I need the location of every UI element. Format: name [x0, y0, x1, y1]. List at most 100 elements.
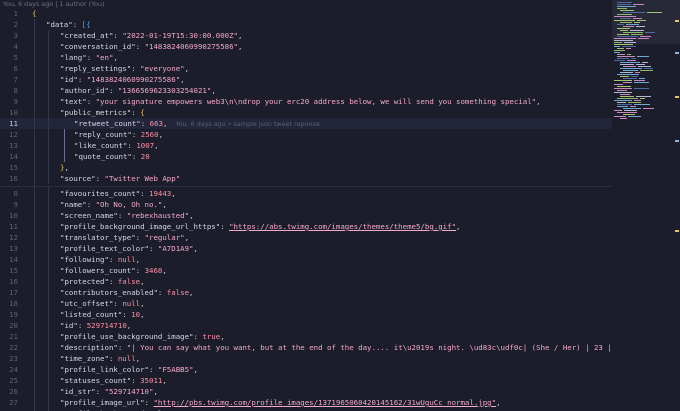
- code-line[interactable]: 19 "listed_count": 10,: [0, 309, 612, 320]
- minimap-line: [617, 58, 629, 59]
- code-token: "description": [60, 343, 118, 352]
- code-token: 20: [140, 152, 150, 161]
- code-text: "following": null,: [60, 254, 140, 265]
- code-token: :: [140, 119, 150, 128]
- code-line[interactable]: 15 "followers_count": 3468,: [0, 265, 612, 276]
- code-line[interactable]: 13 "profile_text_color": "A7D1A9",: [0, 243, 612, 254]
- code-line[interactable]: 3 "created_at": "2022-01-19T15:30:00.000Z…: [0, 30, 612, 41]
- code-token: "| You can say what you want, but at the…: [126, 343, 612, 352]
- minimap-line: [614, 80, 632, 81]
- code-line[interactable]: 14 "following": null,: [0, 254, 612, 265]
- code-line[interactable]: 21 "profile_use_background_image": true,: [0, 331, 612, 342]
- line-number: 25: [9, 376, 18, 385]
- minimap-line: [614, 88, 632, 89]
- code-token: "everyone": [140, 64, 185, 73]
- code-token: "id": [60, 321, 78, 330]
- code-token: :: [113, 299, 123, 308]
- code-line[interactable]: 24 "profile_link_color": "F5ABB5",: [0, 364, 612, 375]
- code-line[interactable]: 1{: [0, 8, 612, 19]
- line-number: 6: [13, 64, 18, 73]
- minimap-line: [617, 54, 625, 55]
- code-token: "en": [95, 53, 114, 62]
- minimap-line: [644, 32, 656, 33]
- line-number: 23: [9, 354, 18, 363]
- code-token: "Twitter Web App": [104, 174, 181, 183]
- minimap-line: [614, 40, 633, 41]
- code-token: :: [122, 310, 132, 319]
- code-line[interactable]: 11 "retweet_count": 663, You, 6 days ago …: [0, 118, 612, 129]
- code-line[interactable]: 22 "description": "| You can say what you…: [0, 342, 612, 353]
- code-token: ,: [220, 332, 225, 341]
- code-text: "profile_text_color": "A7D1A9",: [60, 243, 198, 254]
- code-text: },: [60, 162, 69, 173]
- code-text: "id_str": "529714710",: [60, 386, 158, 397]
- code-line[interactable]: 12 "reply_count": 2560,: [0, 129, 612, 140]
- indent-guide: [48, 30, 49, 184]
- code-line[interactable]: 6 "reply_settings": "everyone",: [0, 63, 612, 74]
- code-token: "regular": [144, 233, 185, 242]
- code-token: "author_id": [60, 86, 109, 95]
- line-number: 16: [9, 174, 18, 183]
- code-line[interactable]: 7 "id": "1483824060990275586",: [0, 74, 612, 85]
- code-line[interactable]: 4 "conversation_id": "1483824060990275586…: [0, 41, 612, 52]
- minimap-line: [635, 72, 640, 73]
- code-token: "following": [60, 255, 109, 264]
- code-line[interactable]: 16 "source": "Twitter Web App": [0, 173, 612, 184]
- code-token: :: [95, 387, 105, 396]
- code-token: :: [95, 174, 105, 183]
- code-line[interactable]: 12 "translator_type": "regular",: [0, 232, 612, 243]
- code-token: :: [117, 211, 127, 220]
- minimap-line: [640, 98, 646, 99]
- indent-guide: [48, 186, 49, 411]
- code-token: "public_metrics": [60, 108, 132, 117]
- code-line[interactable]: 8 "author_id": "1366569623303254021",: [0, 85, 612, 96]
- code-text: "utc_offset": null,: [60, 298, 145, 309]
- minimap-line: [630, 58, 636, 59]
- code-token: ,: [189, 288, 194, 297]
- code-text: "data": [{: [46, 19, 91, 30]
- code-line[interactable]: 20 "id": 529714710,: [0, 320, 612, 331]
- editor-pane-top[interactable]: 1{2 "data": [{3 "created_at": "2022-01-19T…: [0, 8, 612, 186]
- code-token: ,: [189, 211, 194, 220]
- code-line[interactable]: 11 "profile_background_image_url_https": …: [0, 221, 612, 232]
- scrollbar-marker: [675, 230, 679, 232]
- code-line[interactable]: 26 "id_str": "529714710",: [0, 386, 612, 397]
- code-line[interactable]: 8 "favourites_count": 19443,: [0, 188, 612, 199]
- code-line[interactable]: 2 "data": [{: [0, 19, 612, 30]
- code-token: ,: [64, 163, 69, 172]
- code-line[interactable]: 5 "lang": "en",: [0, 52, 612, 63]
- editor-pane-bottom[interactable]: 8 "favourites_count": 19443, 9 "name": "Oh …: [0, 186, 612, 411]
- code-token: false: [117, 277, 141, 286]
- minimap-line: [620, 18, 632, 19]
- code-line[interactable]: 14 "quote_count": 20: [0, 151, 612, 162]
- code-line[interactable]: 15},: [0, 162, 612, 173]
- indent-guide: [64, 129, 65, 162]
- code-line[interactable]: 13 "like_count": 1007,: [0, 140, 612, 151]
- code-token: "id": [60, 75, 78, 84]
- code-line[interactable]: 10 "public_metrics": {: [0, 107, 612, 118]
- code-line[interactable]: 9 "name": "Oh No, Oh no.",: [0, 199, 612, 210]
- code-text: "time_zone": null,: [60, 353, 140, 364]
- code-line[interactable]: 9 "text": "your signature empowers web3\n…: [0, 96, 612, 107]
- line-number: 13: [9, 244, 18, 253]
- line-number: 10: [9, 211, 18, 220]
- code-token: ,: [135, 255, 141, 264]
- code-line[interactable]: 16 "protected": false,: [0, 276, 612, 287]
- code-line[interactable]: 10 "screen_name": "rebexhausted",: [0, 210, 612, 221]
- code-token: :: [131, 64, 141, 73]
- minimap-line: [633, 18, 642, 19]
- code-line[interactable]: 17 "contributors_enabled": false,: [0, 287, 612, 298]
- code-token: "profile_link_color": [60, 365, 149, 374]
- minimap-line: [636, 20, 647, 21]
- code-line[interactable]: 18 "utc_offset": null,: [0, 298, 612, 309]
- minimap-line: [614, 116, 626, 117]
- minimap-line: [617, 98, 639, 99]
- code-token: "https://abs.twimg.com/images/themes/the…: [229, 222, 457, 231]
- code-token: "your signature empowers web3\n\ndrop yo…: [95, 97, 537, 106]
- code-line[interactable]: 23 "time_zone": null,: [0, 353, 612, 364]
- code-line[interactable]: 25 "statuses_count": 35011,: [0, 375, 612, 386]
- code-token: ,: [193, 365, 198, 374]
- minimap[interactable]: [612, 0, 680, 411]
- code-line[interactable]: 27 "profile_image_url": "http://pbs.twimg…: [0, 397, 612, 408]
- code-token: "favourites_count": [60, 189, 141, 198]
